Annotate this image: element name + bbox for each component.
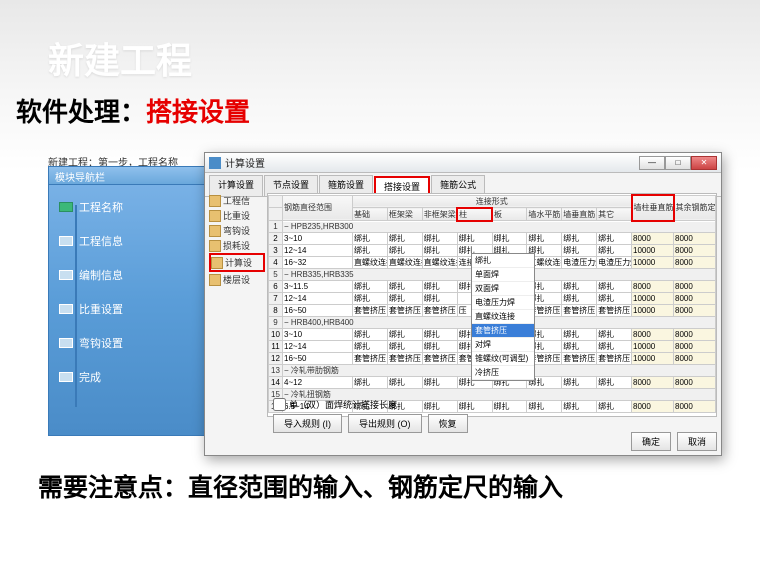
dropdown-option[interactable]: 冷挤压 <box>472 366 534 380</box>
tree-item-0[interactable]: 工程信 <box>209 193 265 208</box>
subtitle: 软件处理：搭接设置 <box>16 92 250 129</box>
tree-item-3[interactable]: 损耗设 <box>209 238 265 253</box>
table-group-row: 1− HPB235,HRB300 <box>269 221 716 233</box>
step-icon <box>59 304 73 314</box>
tree-item-4[interactable]: 计算设 <box>209 253 265 272</box>
close-button[interactable]: ✕ <box>691 156 717 170</box>
slide-title: 新建工程 <box>48 32 192 84</box>
folder-icon <box>211 257 223 269</box>
nav-step-3[interactable]: 比重设置 <box>59 301 197 317</box>
category-tree: 工程信比重设弯钩设损耗设计算设楼层设 <box>209 193 265 287</box>
step-label: 工程名称 <box>79 199 123 215</box>
calc-settings-dialog: 计算设置 — □ ✕ 计算设置节点设置箍筋设置搭接设置箍筋公式 工程信比重设弯钩… <box>204 152 722 456</box>
table-row[interactable]: 23~10绑扎绑扎绑扎绑扎绑扎绑扎绑扎绑扎80008000 <box>269 233 716 245</box>
tree-item-5[interactable]: 楼层设 <box>209 272 265 287</box>
tree-item-1[interactable]: 比重设 <box>209 208 265 223</box>
cancel-button[interactable]: 取消 <box>677 432 717 451</box>
minimize-button[interactable]: — <box>639 156 665 170</box>
step-label: 比重设置 <box>79 301 123 317</box>
nav-step-4[interactable]: 弯钩设置 <box>59 335 197 351</box>
folder-icon <box>209 210 221 222</box>
dropdown-option[interactable]: 锥螺纹(可调型) <box>472 352 534 366</box>
tree-item-2[interactable]: 弯钩设 <box>209 223 265 238</box>
step-label: 工程信息 <box>79 233 123 249</box>
folder-icon <box>209 240 221 252</box>
maximize-button[interactable]: □ <box>665 156 691 170</box>
folder-icon <box>209 195 221 207</box>
restore-button[interactable]: 恢复 <box>428 414 468 433</box>
step-label: 完成 <box>79 369 101 385</box>
connection-dropdown[interactable]: 绑扎单面焊双面焊电渣压力焊直螺纹连接套管挤压对焊锥螺纹(可调型)冷挤压 <box>471 253 535 381</box>
step-icon <box>59 202 73 212</box>
nav-step-5[interactable]: 完成 <box>59 369 197 385</box>
nav-step-1[interactable]: 工程信息 <box>59 233 197 249</box>
app-icon <box>209 157 221 169</box>
dropdown-option[interactable]: 绑扎 <box>472 254 534 268</box>
weld-count-checkbox[interactable]: 单（双）面焊统计搭接长度 <box>273 398 397 411</box>
dialog-title: 计算设置 <box>225 155 639 170</box>
import-rules-button[interactable]: 导入规则 (I) <box>273 414 342 433</box>
export-rules-button[interactable]: 导出规则 (O) <box>348 414 422 433</box>
ok-button[interactable]: 确定 <box>631 432 671 451</box>
nav-step-0[interactable]: 工程名称 <box>59 199 197 215</box>
dropdown-option[interactable]: 单面焊 <box>472 268 534 282</box>
step-icon <box>59 236 73 246</box>
nav-header: 模块导航栏 <box>49 167 207 185</box>
step-icon <box>59 372 73 382</box>
step-icon <box>59 338 73 348</box>
dropdown-option[interactable]: 直螺纹连接 <box>472 310 534 324</box>
dropdown-option[interactable]: 双面焊 <box>472 282 534 296</box>
folder-icon <box>209 274 221 286</box>
glodon-logo: GLodon广联达 <box>48 448 134 463</box>
dropdown-option[interactable]: 套管挤压 <box>472 324 534 338</box>
step-icon <box>59 270 73 280</box>
slide-note: 需要注意点：直径范围的输入、钢筋定尺的输入 <box>38 468 563 504</box>
folder-icon <box>209 225 221 237</box>
titlebar[interactable]: 计算设置 — □ ✕ <box>205 153 721 173</box>
step-label: 编制信息 <box>79 267 123 283</box>
nav-step-2[interactable]: 编制信息 <box>59 267 197 283</box>
dropdown-option[interactable]: 对焊 <box>472 338 534 352</box>
dropdown-option[interactable]: 电渣压力焊 <box>472 296 534 310</box>
step-label: 弯钩设置 <box>79 335 123 351</box>
wizard-nav-panel: 模块导航栏 工程名称工程信息编制信息比重设置弯钩设置完成 <box>48 166 208 436</box>
